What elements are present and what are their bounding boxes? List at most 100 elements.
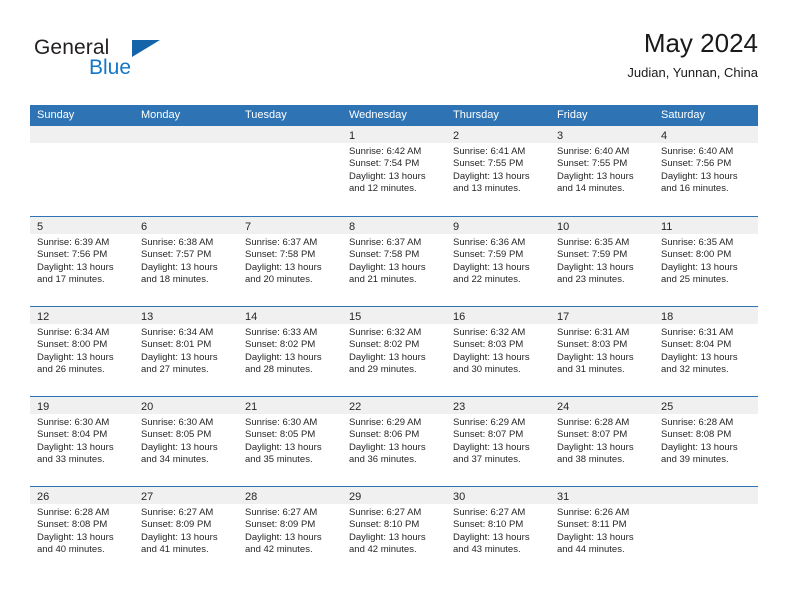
weekday-header-row: Sunday Monday Tuesday Wednesday Thursday… [30,105,758,126]
daylight-text-line1: Daylight: 13 hours [141,441,218,453]
sunset-text: Sunset: 8:09 PM [245,519,316,531]
sunrise-text: Sunrise: 6:31 AM [557,327,630,338]
sunrise-text: Sunrise: 6:33 AM [245,327,318,338]
calendar-day-cell[interactable]: 30 Sunrise: 6:27 AM Sunset: 8:10 PM Dayligh… [446,487,550,576]
sunset-text: Sunset: 7:58 PM [245,249,316,261]
sunrise-text: Sunrise: 6:28 AM [557,417,630,428]
calendar-day-cell[interactable]: 6 Sunrise: 6:38 AM Sunset: 7:57 PM Daylight… [134,217,238,306]
calendar-day-cell[interactable]: 27 Sunrise: 6:27 AM Sunset: 8:09 PM Dayligh… [134,487,238,576]
day-details: Sunrise: 6:27 AM Sunset: 8:09 PM Daylight:… [134,504,238,557]
day-number: 9 [453,221,460,233]
calendar-day-cell[interactable]: 19 Sunrise: 6:30 AM Sunset: 8:04 PM Dayligh… [30,397,134,486]
calendar-day-cell[interactable]: 22 Sunrise: 6:29 AM Sunset: 8:06 PM Dayligh… [342,397,446,486]
logo-text-blue: Blue [89,56,132,79]
sunset-text: Sunset: 8:00 PM [37,339,108,351]
calendar-day-cell[interactable]: 17 Sunrise: 6:31 AM Sunset: 8:03 PM Dayligh… [550,307,654,396]
calendar-day-cell[interactable]: 3 Sunrise: 6:40 AM Sunset: 7:55 PM Daylight… [550,126,654,216]
calendar-day-cell[interactable]: 2 Sunrise: 6:41 AM Sunset: 7:55 PM Daylight… [446,126,550,216]
calendar-day-cell[interactable]: 4 Sunrise: 6:40 AM Sunset: 7:56 PM Daylight… [654,126,758,216]
daylight-text-line1: Daylight: 13 hours [349,441,426,453]
daylight-text-line2: and 20 minutes. [245,274,313,286]
calendar-day-cell[interactable]: 8 Sunrise: 6:37 AM Sunset: 7:58 PM Daylight… [342,217,446,306]
day-details: Sunrise: 6:30 AM Sunset: 8:05 PM Daylight:… [134,414,238,467]
daylight-text-line2: and 12 minutes. [349,183,417,195]
calendar-day-cell[interactable]: 13 Sunrise: 6:34 AM Sunset: 8:01 PM Dayligh… [134,307,238,396]
calendar-day-cell[interactable]: 23 Sunrise: 6:29 AM Sunset: 8:07 PM Dayligh… [446,397,550,486]
day-number: 6 [141,221,148,233]
day-number-strip: 15 [342,307,446,324]
daylight-text-line1: Daylight: 13 hours [245,261,322,273]
calendar-day-cell[interactable]: 16 Sunrise: 6:32 AM Sunset: 8:03 PM Dayligh… [446,307,550,396]
day-number-strip: 22 [342,397,446,414]
day-number-strip: 30 [446,487,550,504]
calendar-day-cell[interactable]: 5 Sunrise: 6:39 AM Sunset: 7:56 PM Daylight… [30,217,134,306]
weekday-header-thursday: Thursday [453,109,499,121]
general-blue-logo[interactable]: General Blue [34,36,214,88]
sunrise-text: Sunrise: 6:32 AM [349,327,422,338]
sunrise-text: Sunrise: 6:34 AM [141,327,214,338]
day-number-strip: 19 [30,397,134,414]
daylight-text-line2: and 23 minutes. [557,274,625,286]
day-number-strip: 12 [30,307,134,324]
day-number: 8 [349,221,356,233]
calendar-day-cell[interactable]: 1 Sunrise: 6:42 AM Sunset: 7:54 PM Daylight… [342,126,446,216]
day-number: 7 [245,221,252,233]
calendar-day-cell[interactable]: 25 Sunrise: 6:28 AM Sunset: 8:08 PM Dayligh… [654,397,758,486]
calendar-day-cell[interactable]: 24 Sunrise: 6:28 AM Sunset: 8:07 PM Dayligh… [550,397,654,486]
daylight-text-line2: and 13 minutes. [453,183,521,195]
calendar-day-cell[interactable]: 29 Sunrise: 6:27 AM Sunset: 8:10 PM Dayligh… [342,487,446,576]
sunrise-text: Sunrise: 6:34 AM [37,327,110,338]
sunset-text: Sunset: 8:08 PM [661,429,732,441]
day-number-strip: 3 [550,126,654,143]
daylight-text-line2: and 21 minutes. [349,274,417,286]
day-number-strip: 25 [654,397,758,414]
day-number: 15 [349,311,362,323]
day-details: Sunrise: 6:36 AM Sunset: 7:59 PM Daylight:… [446,234,550,287]
day-details: Sunrise: 6:28 AM Sunset: 8:08 PM Daylight:… [654,414,758,467]
daylight-text-line2: and 29 minutes. [349,364,417,376]
sunset-text: Sunset: 7:58 PM [349,249,420,261]
calendar-day-cell[interactable]: 10 Sunrise: 6:35 AM Sunset: 7:59 PM Dayligh… [550,217,654,306]
sunrise-text: Sunrise: 6:40 AM [661,146,734,157]
sunrise-text: Sunrise: 6:36 AM [453,237,526,248]
sunrise-text: Sunrise: 6:41 AM [453,146,526,157]
day-details: Sunrise: 6:27 AM Sunset: 8:10 PM Daylight:… [446,504,550,557]
sunset-text: Sunset: 8:06 PM [349,429,420,441]
calendar-day-cell[interactable]: 21 Sunrise: 6:30 AM Sunset: 8:05 PM Dayligh… [238,397,342,486]
daylight-text-line2: and 42 minutes. [349,544,417,556]
daylight-text-line1: Daylight: 13 hours [453,441,530,453]
daylight-text-line2: and 25 minutes. [661,274,729,286]
calendar-day-cell[interactable]: 14 Sunrise: 6:33 AM Sunset: 8:02 PM Dayligh… [238,307,342,396]
day-number-strip: 7 [238,217,342,234]
day-details: Sunrise: 6:37 AM Sunset: 7:58 PM Daylight:… [238,234,342,287]
day-details: Sunrise: 6:29 AM Sunset: 8:07 PM Daylight:… [446,414,550,467]
daylight-text-line2: and 43 minutes. [453,544,521,556]
daylight-text-line2: and 33 minutes. [37,454,105,466]
day-number: 21 [245,401,258,413]
day-number-strip [30,126,134,143]
calendar-day-cell[interactable]: 9 Sunrise: 6:36 AM Sunset: 7:59 PM Daylight… [446,217,550,306]
sunset-text: Sunset: 8:03 PM [453,339,524,351]
sunset-text: Sunset: 8:04 PM [37,429,108,441]
day-details: Sunrise: 6:37 AM Sunset: 7:58 PM Daylight:… [342,234,446,287]
day-number-strip: 10 [550,217,654,234]
calendar-day-cell[interactable]: 28 Sunrise: 6:27 AM Sunset: 8:09 PM Dayligh… [238,487,342,576]
calendar-day-cell[interactable]: 15 Sunrise: 6:32 AM Sunset: 8:02 PM Dayligh… [342,307,446,396]
sunset-text: Sunset: 7:59 PM [557,249,628,261]
sunrise-text: Sunrise: 6:37 AM [245,237,318,248]
day-number: 3 [557,130,564,142]
calendar-day-cell[interactable]: 26 Sunrise: 6:28 AM Sunset: 8:08 PM Dayligh… [30,487,134,576]
day-number-strip: 2 [446,126,550,143]
day-number-strip: 9 [446,217,550,234]
day-details: Sunrise: 6:38 AM Sunset: 7:57 PM Daylight:… [134,234,238,287]
sunrise-text: Sunrise: 6:35 AM [557,237,630,248]
calendar-day-cell[interactable]: 7 Sunrise: 6:37 AM Sunset: 7:58 PM Daylight… [238,217,342,306]
calendar-day-cell[interactable]: 12 Sunrise: 6:34 AM Sunset: 8:00 PM Dayligh… [30,307,134,396]
day-number: 30 [453,491,466,503]
calendar-day-cell[interactable]: 11 Sunrise: 6:35 AM Sunset: 8:00 PM Dayligh… [654,217,758,306]
day-details: Sunrise: 6:29 AM Sunset: 8:06 PM Daylight:… [342,414,446,467]
calendar-day-cell[interactable]: 18 Sunrise: 6:31 AM Sunset: 8:04 PM Dayligh… [654,307,758,396]
calendar-week-row: 26 Sunrise: 6:28 AM Sunset: 8:08 PM Dayligh… [30,486,758,576]
calendar-day-cell[interactable]: 31 Sunrise: 6:26 AM Sunset: 8:11 PM Dayligh… [550,487,654,576]
calendar-day-cell[interactable]: 20 Sunrise: 6:30 AM Sunset: 8:05 PM Dayligh… [134,397,238,486]
